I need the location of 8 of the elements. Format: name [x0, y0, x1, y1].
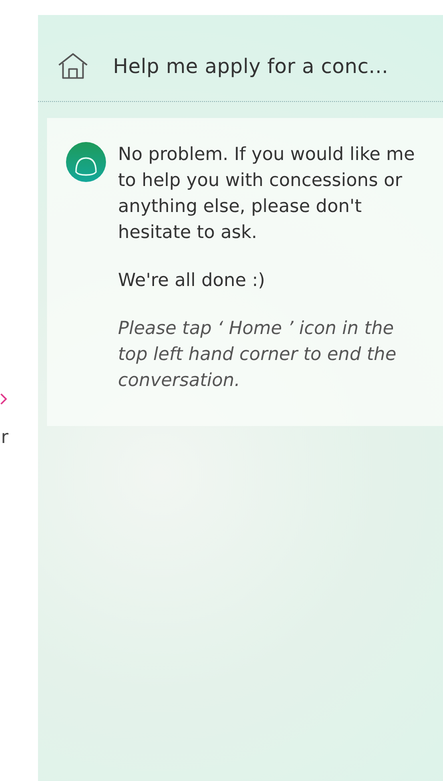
avatar-icon [66, 142, 106, 182]
message-text: No problem. If you would like me to help you with concessions or anything else, please don't hesitate to ask. [118, 143, 416, 245]
instruction-text: Please tap ‘ Home ’ icon in the top left hand corner to end the conversation. [118, 317, 398, 393]
conversation-title: Help me apply for a conc... [113, 54, 388, 78]
message-text: We're all done :) [118, 269, 266, 293]
home-icon[interactable] [57, 52, 89, 80]
text-fragment: r [0, 428, 10, 448]
chevron-icon [0, 392, 8, 406]
